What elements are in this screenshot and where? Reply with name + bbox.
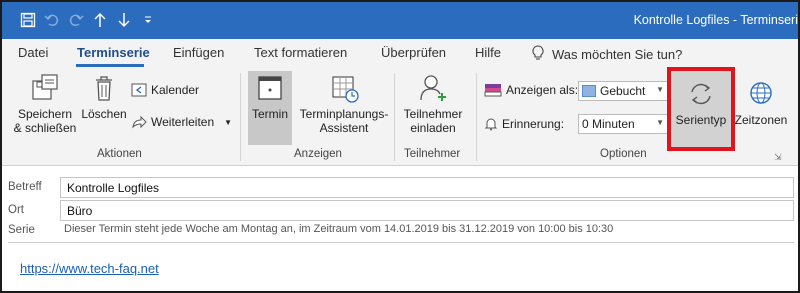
delete-button[interactable]: Löschen [78, 73, 130, 121]
arrow-down-icon[interactable] [112, 8, 136, 32]
reminder-dropdown[interactable]: 0 Minuten ▼ [578, 114, 668, 134]
scheduling-assistant-icon [332, 76, 359, 103]
reminder-label-group: Erinnerung: [484, 117, 564, 131]
group-separator [240, 73, 241, 161]
forward-icon [132, 115, 147, 129]
show-as-value: Gebucht [600, 84, 646, 98]
tab-ueberpruefen[interactable]: Überprüfen [381, 45, 446, 60]
reminder-label: Erinnerung: [502, 117, 565, 131]
group-separator [476, 73, 477, 161]
invite-attendees-button[interactable]: Teilnehmer einladen [400, 73, 466, 135]
assistant-label-1: Terminplanungs- [299, 107, 389, 121]
termin-label: Termin [251, 107, 288, 121]
redo-icon[interactable] [64, 8, 88, 32]
tab-hilfe[interactable]: Hilfe [475, 45, 501, 60]
termin-button[interactable]: Termin [248, 73, 292, 121]
save-close-icon [32, 74, 58, 100]
quick-access-toolbar [16, 8, 160, 32]
undo-icon[interactable] [40, 8, 64, 32]
busy-swatch-icon [582, 85, 596, 97]
appointment-icon [258, 76, 282, 100]
appointment-form: Betreff Kontrolle Logfiles Ort Büro Seri… [2, 167, 798, 291]
save-close-label-2: & schließen [13, 121, 77, 135]
reminder-value: 0 Minuten [582, 117, 635, 131]
recurrence-text: Dieser Termin steht jede Woche am Montag… [64, 223, 614, 235]
chevron-down-icon: ▼ [224, 117, 233, 127]
divider [8, 242, 794, 243]
scheduling-assistant-button[interactable]: Terminplanungs- Assistent [300, 73, 388, 135]
save-close-button[interactable]: Speichern & schließen [10, 73, 80, 135]
body-link[interactable]: https://www.tech-faq.net [20, 261, 159, 276]
time-zones-button[interactable]: Zeitzonen [734, 79, 788, 127]
lightbulb-icon [532, 45, 544, 64]
highlight-box [667, 67, 735, 151]
subject-label: Betreff [8, 181, 42, 193]
invite-label-2: einladen [410, 121, 456, 135]
globe-icon [750, 82, 772, 104]
show-as-label: Anzeigen als: [506, 83, 579, 97]
title-bar: Kontrolle Logfiles - Terminseri [2, 2, 798, 39]
recurrence-label: Serie [8, 224, 35, 236]
save-icon[interactable] [16, 8, 40, 32]
calendar-label: Kalender [151, 83, 200, 97]
calendar-back-icon [131, 83, 147, 97]
dialog-launcher-icon[interactable]: ⇲ [774, 152, 782, 163]
show-as-dropdown[interactable]: Gebucht ▼ [578, 81, 668, 101]
location-label: Ort [8, 204, 24, 216]
ribbon: Speichern & schließen Löschen Kalender W… [2, 67, 798, 166]
location-field[interactable]: Büro [60, 200, 794, 221]
add-person-icon [420, 75, 446, 101]
save-close-label-1: Speichern [17, 107, 73, 121]
calendar-button[interactable]: Kalender [131, 83, 199, 97]
forward-button[interactable]: Weiterleiten ▼ [131, 115, 232, 129]
bell-icon [484, 118, 498, 131]
outlook-window: Kontrolle Logfiles - Terminseri Datei Te… [0, 0, 800, 293]
tell-me-box[interactable]: Was möchten Sie tun? [532, 45, 682, 64]
window-title: Kontrolle Logfiles - Terminseri [633, 13, 798, 27]
customize-qat-icon[interactable] [136, 8, 160, 32]
tab-text-formatieren[interactable]: Text formatieren [254, 45, 347, 60]
forward-label: Weiterleiten [151, 115, 215, 129]
delete-label: Löschen [81, 107, 127, 121]
show-as-icon [484, 84, 502, 97]
trash-icon [96, 76, 112, 101]
tab-einfuegen[interactable]: Einfügen [173, 45, 224, 60]
assistant-label-2: Assistent [319, 121, 369, 135]
ribbon-tabs: Datei Terminserie Einfügen Text formatie… [2, 39, 798, 67]
time-zones-label: Zeitzonen [734, 113, 788, 127]
tell-me-text: Was möchten Sie tun? [552, 47, 683, 62]
group-label-aktionen: Aktionen [97, 148, 142, 160]
show-as-label-group: Anzeigen als: [484, 83, 578, 97]
chevron-down-icon: ▼ [656, 85, 664, 94]
arrow-up-icon[interactable] [88, 8, 112, 32]
group-separator [394, 73, 395, 161]
group-label-anzeigen: Anzeigen [294, 148, 342, 160]
tab-terminserie[interactable]: Terminserie [77, 45, 150, 60]
tab-datei[interactable]: Datei [18, 45, 48, 60]
invite-label-1: Teilnehmer [403, 107, 463, 121]
group-label-teilnehmer: Teilnehmer [404, 148, 461, 160]
chevron-down-icon: ▼ [656, 118, 664, 127]
group-label-optionen: Optionen [600, 148, 647, 160]
subject-field[interactable]: Kontrolle Logfiles [60, 177, 794, 198]
